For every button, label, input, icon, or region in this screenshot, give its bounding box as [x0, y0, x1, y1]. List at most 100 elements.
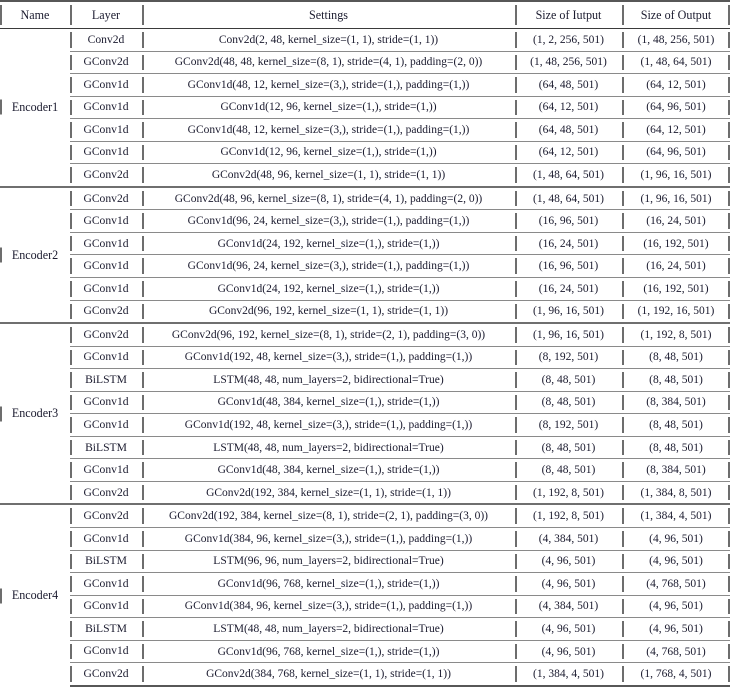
- layer-type-cell: GConv1d: [70, 118, 142, 142]
- column-header-output-size: Size of Output: [622, 0, 730, 29]
- spec-table-container: Name Layer Settings Size of Iutput Size …: [0, 0, 730, 687]
- output-size-cell: (4, 96, 501): [622, 594, 730, 618]
- layer-settings-cell: GConv1d(48, 384, kernel_size=(1,), strid…: [142, 458, 515, 482]
- input-size-cell: (4, 96, 501): [515, 617, 622, 641]
- layer-settings-cell: GConv2d(384, 768, kernel_size=(1, 1), st…: [142, 662, 515, 687]
- layer-settings-cell: GConv1d(24, 192, kernel_size=(1,), strid…: [142, 231, 515, 255]
- layer-settings-cell: GConv1d(48, 12, kernel_size=(3,), stride…: [142, 73, 515, 97]
- layer-type-cell: Conv2d: [70, 29, 142, 52]
- layer-type-cell: GConv1d: [70, 594, 142, 618]
- layer-settings-cell: Conv2d(2, 48, kernel_size=(1, 1), stride…: [142, 29, 515, 52]
- layer-settings-cell: GConv2d(48, 96, kernel_size=(8, 1), stri…: [142, 185, 515, 210]
- input-size-cell: (8, 192, 501): [515, 345, 622, 369]
- table-row: BiLSTM LSTM(48, 48, num_layers=2, bidirec…: [0, 617, 730, 641]
- table-row: Encoder4 GConv2d GConv2d(192, 384, kernel_…: [0, 503, 730, 686]
- input-size-cell: (64, 12, 501): [515, 140, 622, 164]
- input-size-cell: (1, 96, 16, 501): [515, 299, 622, 324]
- output-size-cell: (1, 192, 16, 501): [622, 299, 730, 324]
- layer-settings-cell: GConv2d(96, 192, kernel_size=(1, 1), str…: [142, 299, 515, 324]
- layer-settings-cell: GConv1d(48, 384, kernel_size=(1,), strid…: [142, 390, 515, 414]
- output-size-cell: (1, 48, 256, 501): [622, 29, 730, 52]
- table-body: Encoder1 Conv2d Conv2d(2, 48, kernel_size=…: [0, 29, 730, 687]
- column-header-settings: Settings: [142, 0, 515, 29]
- layer-settings-cell: LSTM(48, 48, num_layers=2, bidirectional…: [142, 368, 515, 392]
- table-row: GConv1d GConv1d(48, 12, kernel_size=(3,),…: [0, 118, 730, 142]
- table-row: GConv1d GConv1d(96, 768, kernel_size=(1,)…: [0, 572, 730, 596]
- output-size-cell: (16, 192, 501): [622, 231, 730, 255]
- input-size-cell: (8, 48, 501): [515, 435, 622, 459]
- layer-type-cell: GConv2d: [70, 480, 142, 505]
- input-size-cell: (4, 96, 501): [515, 549, 622, 573]
- output-size-cell: (1, 96, 16, 501): [622, 163, 730, 187]
- layer-type-cell: GConv1d: [70, 639, 142, 663]
- output-size-cell: (8, 48, 501): [622, 368, 730, 392]
- layer-settings-cell: LSTM(96, 96, num_layers=2, bidirectional…: [142, 549, 515, 573]
- input-size-cell: (4, 384, 501): [515, 594, 622, 618]
- output-size-cell: (1, 384, 8, 501): [622, 480, 730, 505]
- output-size-cell: (8, 48, 501): [622, 345, 730, 369]
- table-head: Name Layer Settings Size of Iutput Size …: [0, 0, 730, 29]
- output-size-cell: (64, 96, 501): [622, 95, 730, 119]
- layer-settings-cell: GConv1d(12, 96, kernel_size=(1,), stride…: [142, 95, 515, 119]
- layer-type-cell: BiLSTM: [70, 368, 142, 392]
- layer-type-cell: GConv1d: [70, 73, 142, 97]
- layer-settings-cell: GConv1d(48, 12, kernel_size=(3,), stride…: [142, 118, 515, 142]
- layer-type-cell: GConv2d: [70, 503, 142, 528]
- layer-type-cell: GConv2d: [70, 299, 142, 324]
- column-header-name: Name: [0, 0, 70, 29]
- input-size-cell: (4, 96, 501): [515, 639, 622, 663]
- table-row: Encoder3 GConv2d GConv2d(96, 192, kernel_s…: [0, 322, 730, 505]
- input-size-cell: (4, 96, 501): [515, 572, 622, 596]
- layer-type-cell: GConv1d: [70, 95, 142, 119]
- layer-type-cell: BiLSTM: [70, 617, 142, 641]
- layer-type-cell: GConv2d: [70, 185, 142, 210]
- input-size-cell: (1, 384, 4, 501): [515, 662, 622, 687]
- output-size-cell: (4, 96, 501): [622, 617, 730, 641]
- layer-settings-cell: GConv1d(192, 48, kernel_size=(3,), strid…: [142, 345, 515, 369]
- table-row: GConv2d GConv2d(384, 768, kernel_size=(1,…: [0, 662, 730, 687]
- table-row: BiLSTM LSTM(48, 48, num_layers=2, bidirec…: [0, 368, 730, 392]
- layer-type-cell: GConv1d: [70, 254, 142, 278]
- layer-type-cell: GConv1d: [70, 390, 142, 414]
- input-size-cell: (8, 48, 501): [515, 458, 622, 482]
- input-size-cell: (1, 48, 64, 501): [515, 185, 622, 210]
- layer-settings-cell: GConv1d(96, 24, kernel_size=(3,), stride…: [142, 254, 515, 278]
- table-row: GConv1d GConv1d(96, 24, kernel_size=(3,),…: [0, 254, 730, 278]
- layer-settings-cell: GConv1d(96, 24, kernel_size=(3,), stride…: [142, 209, 515, 233]
- layer-type-cell: GConv1d: [70, 572, 142, 596]
- input-size-cell: (8, 48, 501): [515, 390, 622, 414]
- table-row: GConv1d GConv1d(24, 192, kernel_size=(1,)…: [0, 277, 730, 301]
- column-header-input-size: Size of Iutput: [515, 0, 622, 29]
- layer-settings-cell: GConv2d(192, 384, kernel_size=(1, 1), st…: [142, 480, 515, 505]
- layer-settings-cell: LSTM(48, 48, num_layers=2, bidirectional…: [142, 435, 515, 459]
- output-size-cell: (1, 48, 64, 501): [622, 50, 730, 74]
- layer-type-cell: GConv2d: [70, 50, 142, 74]
- layer-type-cell: GConv1d: [70, 527, 142, 551]
- layer-settings-cell: GConv2d(192, 384, kernel_size=(8, 1), st…: [142, 503, 515, 528]
- table-row: GConv1d GConv1d(12, 96, kernel_size=(1,),…: [0, 140, 730, 164]
- layer-type-cell: GConv1d: [70, 345, 142, 369]
- table-row: GConv1d GConv1d(96, 24, kernel_size=(3,),…: [0, 209, 730, 233]
- output-size-cell: (1, 384, 4, 501): [622, 503, 730, 528]
- layer-settings-cell: GConv1d(384, 96, kernel_size=(3,), strid…: [142, 527, 515, 551]
- column-header-layer: Layer: [70, 0, 142, 29]
- input-size-cell: (1, 96, 16, 501): [515, 322, 622, 347]
- encoder-group-name: Encoder3: [0, 322, 70, 505]
- layer-type-cell: GConv2d: [70, 322, 142, 347]
- input-size-cell: (64, 48, 501): [515, 73, 622, 97]
- output-size-cell: (16, 24, 501): [622, 209, 730, 233]
- input-size-cell: (1, 2, 256, 501): [515, 29, 622, 52]
- table-row: GConv2d GConv2d(48, 48, kernel_size=(8, 1…: [0, 50, 730, 74]
- output-size-cell: (64, 12, 501): [622, 118, 730, 142]
- table-row: GConv1d GConv1d(192, 48, kernel_size=(3,)…: [0, 345, 730, 369]
- encoder-group-name: Encoder1: [0, 29, 70, 187]
- table-header-row: Name Layer Settings Size of Iutput Size …: [0, 0, 730, 29]
- table-row: GConv2d GConv2d(48, 96, kernel_size=(1, 1…: [0, 163, 730, 187]
- output-size-cell: (4, 96, 501): [622, 527, 730, 551]
- input-size-cell: (1, 192, 8, 501): [515, 480, 622, 505]
- layer-settings-cell: GConv1d(24, 192, kernel_size=(1,), strid…: [142, 277, 515, 301]
- layer-type-cell: GConv1d: [70, 140, 142, 164]
- output-size-cell: (8, 48, 501): [622, 413, 730, 437]
- layer-settings-cell: GConv1d(96, 768, kernel_size=(1,), strid…: [142, 572, 515, 596]
- table-row: GConv1d GConv1d(48, 384, kernel_size=(1,)…: [0, 458, 730, 482]
